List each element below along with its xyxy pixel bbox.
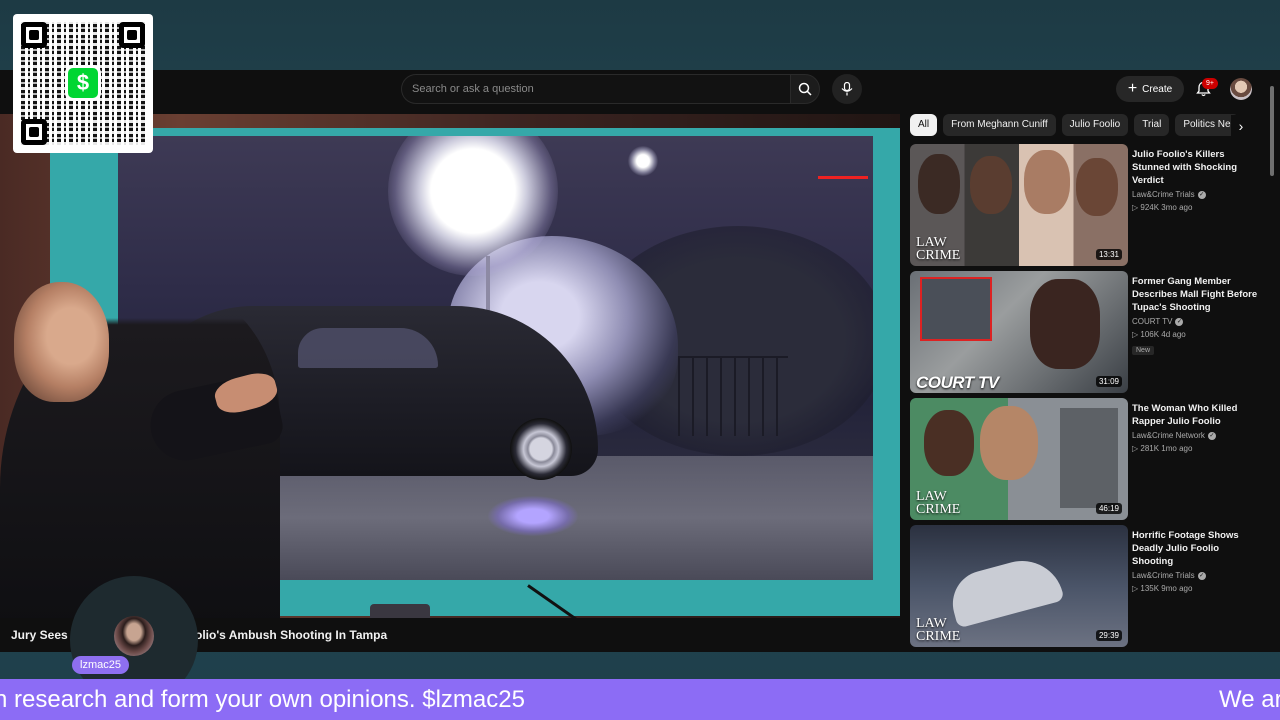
person-face bbox=[1024, 150, 1070, 214]
video-duration: 46:19 bbox=[1095, 503, 1122, 514]
video-stats: ▷ 106K 4d ago bbox=[1132, 330, 1186, 339]
inset-frame bbox=[920, 277, 992, 341]
chip-trial[interactable]: Trial bbox=[1134, 114, 1170, 136]
screen-progress-bar bbox=[818, 176, 868, 179]
search-placeholder: Search or ask a question bbox=[412, 83, 534, 95]
qr-finder bbox=[119, 22, 145, 48]
verified-icon: ✓ bbox=[1197, 190, 1206, 199]
ticker-text: n research and form your own opinions. $… bbox=[0, 686, 525, 713]
podium bbox=[370, 604, 430, 618]
create-button[interactable]: + Create bbox=[1116, 76, 1184, 102]
chip-julio-foolio[interactable]: Julio Foolio bbox=[1061, 114, 1129, 136]
top-bar: Search or ask a question + Create 9+ bbox=[0, 70, 1280, 108]
search-button[interactable] bbox=[790, 74, 820, 104]
voice-search-button[interactable] bbox=[832, 74, 862, 104]
video-thumbnail[interactable]: LAW CRIME 46:19 bbox=[910, 398, 1128, 520]
create-label: Create bbox=[1142, 83, 1173, 95]
attorney-head bbox=[14, 282, 109, 402]
streamer-avatar bbox=[114, 616, 154, 656]
verified-icon: ✓ bbox=[1207, 431, 1216, 440]
notification-badge: 9+ bbox=[1202, 78, 1218, 89]
person-face bbox=[970, 156, 1012, 214]
person-face bbox=[980, 406, 1038, 480]
recommendation-meta: Julio Foolio's Killers Stunned with Shoc… bbox=[1132, 148, 1262, 212]
recommendation-title[interactable]: The Woman Who Killed Rapper Julio Foolio bbox=[1132, 402, 1262, 428]
account-avatar[interactable] bbox=[1230, 78, 1252, 100]
channel-name[interactable]: Law&Crime Trials ✓ bbox=[1132, 571, 1262, 580]
chevron-right-icon[interactable]: › bbox=[1231, 115, 1251, 137]
distant-light bbox=[628, 146, 658, 176]
channel-label: COURT TV bbox=[1132, 317, 1173, 326]
video-title-right: olio's Ambush Shooting In Tampa bbox=[195, 628, 388, 642]
qr-finder bbox=[21, 22, 47, 48]
car-wheel bbox=[510, 418, 572, 480]
video-duration: 29:39 bbox=[1095, 630, 1122, 641]
channel-label: Law&Crime Network bbox=[1132, 431, 1205, 440]
channel-name[interactable]: Law&Crime Trials ✓ bbox=[1132, 190, 1262, 199]
recommendation-item[interactable]: LAW CRIME 46:19 The Woman Who Killed Rapp… bbox=[910, 398, 1270, 520]
chip-all[interactable]: All bbox=[910, 114, 938, 136]
recommendation-title[interactable]: Former Gang Member Describes Mall Fight … bbox=[1132, 275, 1262, 314]
recommendation-meta: Former Gang Member Describes Mall Fight … bbox=[1132, 275, 1262, 357]
video-title-left: Jury Sees bbox=[11, 628, 68, 642]
chip-politics-news[interactable]: Politics Ne bbox=[1175, 114, 1239, 136]
plus-icon: + bbox=[1127, 80, 1138, 97]
video-duration: 31:09 bbox=[1095, 376, 1122, 387]
surveillance-still bbox=[1060, 408, 1118, 508]
video-thumbnail[interactable]: COURT TV 31:09 bbox=[910, 271, 1128, 393]
verified-icon: ✓ bbox=[1197, 571, 1206, 580]
car-image bbox=[945, 551, 1065, 629]
fence bbox=[678, 356, 788, 436]
recommendation-title[interactable]: Horrific Footage Shows Deadly Julio Fool… bbox=[1132, 529, 1262, 568]
person-face bbox=[1076, 158, 1118, 216]
channel-logo: LAW CRIME bbox=[916, 235, 961, 263]
search-icon bbox=[798, 82, 812, 96]
channel-name[interactable]: COURT TV ✓ bbox=[1132, 317, 1262, 326]
video-stats: ▷ 281K 1mo ago bbox=[1132, 444, 1193, 453]
recommendation-meta: The Woman Who Killed Rapper Julio Foolio… bbox=[1132, 402, 1262, 453]
channel-label: Law&Crime Trials bbox=[1132, 571, 1195, 580]
car-window bbox=[298, 328, 438, 368]
recommendation-item[interactable]: LAW CRIME 29:39 Horrific Footage Shows De… bbox=[910, 525, 1270, 647]
channel-logo: LAW CRIME bbox=[916, 489, 961, 517]
channel-name[interactable]: Law&Crime Network ✓ bbox=[1132, 431, 1262, 440]
recommendation-title[interactable]: Julio Foolio's Killers Stunned with Shoc… bbox=[1132, 148, 1262, 187]
youtube-window: Search or ask a question + Create 9+ All… bbox=[0, 70, 1280, 652]
ticker-banner: n research and form your own opinions. $… bbox=[0, 679, 1280, 720]
video-stats: ▷ 135K 9mo ago bbox=[1132, 584, 1193, 593]
channel-logo: COURT TV bbox=[916, 373, 999, 392]
filter-chips: All From Meghann Cuniff Julio Foolio Tri… bbox=[910, 114, 1240, 138]
person-face bbox=[918, 154, 960, 214]
video-thumbnail[interactable]: LAW CRIME 13:31 bbox=[910, 144, 1128, 266]
witness-figure bbox=[1030, 279, 1100, 369]
video-thumbnail[interactable]: LAW CRIME 29:39 bbox=[910, 525, 1128, 647]
video-player[interactable] bbox=[0, 114, 900, 618]
ticker-text-next: We ar bbox=[1219, 686, 1280, 713]
channel-label: Law&Crime Trials bbox=[1132, 190, 1195, 199]
streamer-name-tag: lzmac25 bbox=[72, 656, 129, 674]
cashapp-qr-code: $ bbox=[13, 14, 153, 153]
new-badge: New bbox=[1132, 346, 1155, 355]
verified-icon: ✓ bbox=[1175, 317, 1184, 326]
channel-logo: LAW CRIME bbox=[916, 616, 961, 644]
qr-finder bbox=[21, 119, 47, 145]
mic-icon bbox=[841, 82, 853, 96]
search-input[interactable]: Search or ask a question bbox=[401, 74, 791, 104]
lens-flare bbox=[488, 496, 578, 536]
recommendation-item[interactable]: COURT TV 31:09 Former Gang Member Descri… bbox=[910, 271, 1270, 393]
scrollbar-thumb[interactable] bbox=[1270, 86, 1274, 176]
chip-from-meghann-cuniff[interactable]: From Meghann Cuniff bbox=[943, 114, 1056, 136]
recommendation-meta: Horrific Footage Shows Deadly Julio Fool… bbox=[1132, 529, 1262, 593]
person-face bbox=[924, 410, 974, 476]
video-duration: 13:31 bbox=[1095, 249, 1122, 260]
cashapp-icon: $ bbox=[65, 65, 101, 101]
recommendation-item[interactable]: LAW CRIME 13:31 Julio Foolio's Killers St… bbox=[910, 144, 1270, 266]
video-stats: ▷ 924K 3mo ago bbox=[1132, 203, 1193, 212]
